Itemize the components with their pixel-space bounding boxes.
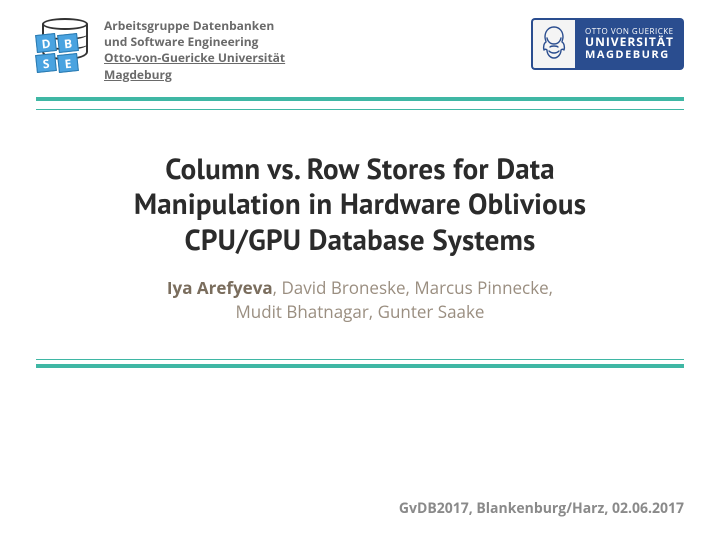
slide-title: Column vs. Row Stores for Data Manipulat… [36, 152, 684, 258]
guericke-portrait-icon [531, 18, 575, 70]
authors: Iya Arefyeva, David Broneske, Marcus Pin… [36, 276, 684, 324]
coauthors-part1: , David Broneske, Marcus Pinnecke, [273, 276, 553, 299]
divider-top-thin [36, 109, 684, 110]
title-line1: Column vs. Row Stores for Data [36, 152, 684, 187]
dbse-logo: D B S E [36, 18, 94, 70]
logo-letter-b: B [57, 33, 79, 53]
logo-letter-s: S [35, 53, 57, 73]
title-line2: Manipulation in Hardware Oblivious [36, 187, 684, 222]
divider-mid [36, 359, 684, 368]
header: D B S E Arbeitsgruppe Datenbanken und So… [36, 18, 684, 83]
footer-venue: GvDB2017, Blankenburg/Harz, 02.06.2017 [399, 499, 684, 518]
authors-line1: Iya Arefyeva, David Broneske, Marcus Pin… [36, 276, 684, 300]
affil-line1: Arbeitsgruppe Datenbanken [104, 18, 285, 34]
affiliation-text: Arbeitsgruppe Datenbanken und Software E… [104, 18, 285, 83]
affil-line2: und Software Engineering [104, 34, 285, 50]
ovgu-line3: MAGDEBURG [585, 49, 674, 61]
ovgu-text: OTTO VON GUERICKE UNIVERSITÄT MAGDEBURG [575, 18, 684, 70]
affil-city: Magdeburg [104, 67, 285, 83]
title-block: Column vs. Row Stores for Data Manipulat… [36, 152, 684, 324]
header-left: D B S E Arbeitsgruppe Datenbanken und So… [36, 18, 285, 83]
slide: D B S E Arbeitsgruppe Datenbanken und So… [0, 0, 720, 540]
logo-letter-e: E [57, 53, 79, 73]
ovgu-logo: OTTO VON GUERICKE UNIVERSITÄT MAGDEBURG [531, 18, 684, 70]
lead-author: Iya Arefyeva [167, 276, 273, 299]
affil-university: Otto-von-Guericke Universität [104, 50, 285, 66]
header-right: OTTO VON GUERICKE UNIVERSITÄT MAGDEBURG [531, 18, 684, 70]
authors-line2: Mudit Bhatnagar, Gunter Saake [36, 300, 684, 324]
logo-letter-d: D [35, 33, 57, 53]
divider-top-thick [36, 97, 684, 101]
title-line3: CPU/GPU Database Systems [36, 223, 684, 258]
